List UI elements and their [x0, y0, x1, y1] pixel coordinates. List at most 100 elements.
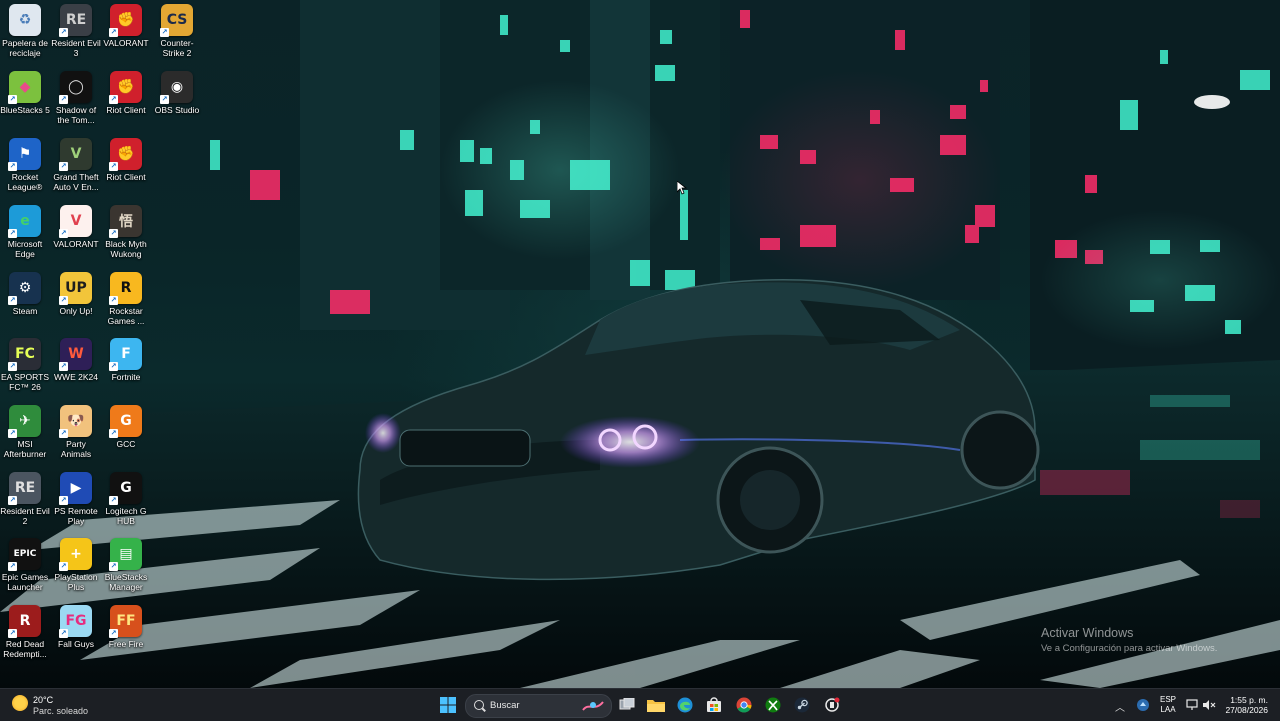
shortcut-arrow-icon: ↗	[109, 362, 118, 371]
desktop-icon-label: Resident Evil 3	[51, 38, 101, 58]
desktop-icon-free-fire[interactable]: FF ↗ Free Fire	[101, 605, 151, 649]
desktop-icon-valorant[interactable]: V ↗ VALORANT	[51, 205, 101, 249]
desktop-icon-bluestacks-manager[interactable]: ▤ ↗ BlueStacks Manager	[101, 538, 151, 592]
bluestacks-icon: ◆ ↗	[8, 71, 41, 104]
desktop-icon-rocket-league[interactable]: ⚑ ↗ Rocket League®	[0, 138, 50, 192]
chevron-up-icon: ︿	[1115, 703, 1125, 714]
resident-evil-2-icon: RE ↗	[8, 472, 41, 505]
cloud-sync-icon	[1137, 699, 1149, 711]
desktop-icon-label: Logitech G HUB	[105, 506, 147, 526]
shortcut-arrow-icon: ↗	[109, 95, 118, 104]
shortcut-arrow-icon: ↗	[59, 629, 68, 638]
desktop-icon-steam[interactable]: ⚙ ↗ Steam	[0, 272, 50, 316]
edge-taskbar-button[interactable]	[675, 695, 695, 715]
chrome-icon	[736, 697, 752, 713]
desktop-icon-resident-evil-3[interactable]: RE ↗ Resident Evil 3	[51, 4, 101, 58]
tomb-raider-icon: ◯ ↗	[59, 71, 92, 104]
desktop-icon-black-myth-wukong[interactable]: 悟 ↗ Black Myth Wukong	[101, 205, 151, 259]
desktop-icon-resident-evil-2[interactable]: RE ↗ Resident Evil 2	[0, 472, 50, 526]
volume-button[interactable]	[1199, 695, 1219, 715]
desktop-icon-fortnite[interactable]: F ↗ Fortnite	[101, 338, 151, 382]
xbox-button[interactable]	[763, 695, 783, 715]
steam-taskbar-button[interactable]	[792, 695, 812, 715]
desktop-icon-ea-sports-fc26[interactable]: FC ↗ EA SPORTS FC™ 26	[0, 338, 50, 392]
ps-remote-play-icon: ▶ ↗	[59, 472, 92, 505]
windows-logo-icon	[440, 697, 456, 713]
file-explorer-button[interactable]	[646, 695, 666, 715]
gta-v-icon: V ↗	[59, 138, 92, 171]
riot-taskbar-button[interactable]	[822, 695, 842, 715]
desktop-icon-label: OBS Studio	[154, 105, 200, 115]
desktop-icon-label: Rocket League®	[7, 172, 43, 192]
language-code: ESP	[1160, 695, 1177, 704]
desktop-icon-label: Black Myth Wukong	[105, 239, 147, 259]
desktop-icon-ps-remote-play[interactable]: ▶ ↗ PS Remote Play	[51, 472, 101, 526]
store-button[interactable]	[704, 695, 724, 715]
desktop-icon-counter-strike-2[interactable]: CS ↗ Counter-Strike 2	[152, 4, 202, 58]
desktop-icon-label: Fortnite	[111, 372, 141, 382]
activate-windows-watermark: Activar Windows Ve a Configuración para …	[1041, 626, 1217, 654]
clock[interactable]: 1:55 p. m. 27/08/2026	[1222, 695, 1268, 715]
desktop-icon-playstation-plus[interactable]: + ↗ PlayStation Plus	[51, 538, 101, 592]
desktop-icon-label: Resident Evil 2	[0, 506, 50, 526]
playstation-plus-icon: + ↗	[59, 538, 92, 571]
shortcut-arrow-icon: ↗	[109, 229, 118, 238]
ea-fc-icon: FC ↗	[8, 338, 41, 371]
desktop-icon-label: Party Animals	[60, 439, 92, 459]
desktop-icon-label: Grand Theft Auto V En...	[53, 172, 99, 192]
desktop-icon-gta-v[interactable]: V ↗ Grand Theft Auto V En...	[51, 138, 101, 192]
desktop-icon-recycle-bin[interactable]: ♻ Papelera de reciclaje	[0, 4, 50, 58]
desktop-icon-only-up[interactable]: UP ↗ Only Up!	[51, 272, 101, 316]
desktop-icon-rockstar-games[interactable]: R ↗ Rockstar Games ...	[101, 272, 151, 326]
desktop-icon-bluestacks-5[interactable]: ◆ ↗ BlueStacks 5	[0, 71, 50, 115]
task-view-button[interactable]	[617, 695, 637, 715]
desktop-icon-logitech-g-hub[interactable]: G ↗ Logitech G HUB	[101, 472, 151, 526]
edge-icon	[677, 697, 693, 713]
desktop-icon-label: PlayStation Plus	[54, 572, 98, 592]
recycle-bin-icon: ♻	[9, 4, 41, 36]
weather-temperature: 20°C	[33, 695, 54, 705]
taskbar-search-box[interactable]: Buscar	[465, 694, 612, 718]
shortcut-arrow-icon: ↗	[8, 562, 17, 571]
counter-strike-icon: CS ↗	[160, 4, 193, 37]
desktop-icon-label: BlueStacks 5	[0, 105, 50, 115]
desktop-icon-riot-client-1[interactable]: ✊ ↗ Riot Client	[101, 71, 151, 115]
shortcut-arrow-icon: ↗	[59, 496, 68, 505]
desktop-icon-party-animals[interactable]: 🐶 ↗ Party Animals	[51, 405, 101, 459]
shortcut-arrow-icon: ↗	[59, 95, 68, 104]
red-dead-icon: R ↗	[8, 605, 41, 638]
shortcut-arrow-icon: ↗	[109, 296, 118, 305]
start-button[interactable]	[438, 695, 458, 715]
desktop-icon-valorant-riot[interactable]: ✊ ↗ VALORANT	[101, 4, 151, 48]
shortcut-arrow-icon: ↗	[109, 629, 118, 638]
language-indicator[interactable]: ESP LAA	[1160, 695, 1176, 715]
desktop-icon-red-dead-redemption[interactable]: R ↗ Red Dead Redempti...	[0, 605, 50, 659]
desktop-icon-obs-studio[interactable]: ◉ ↗ OBS Studio	[152, 71, 202, 115]
desktop-icon-epic-games[interactable]: EPIC ↗ Epic Games Launcher	[0, 538, 50, 592]
riot-icon	[825, 697, 840, 712]
shortcut-arrow-icon: ↗	[59, 362, 68, 371]
show-hidden-icons-button[interactable]: ︿	[1115, 699, 1125, 714]
desktop-icon-msi-afterburner[interactable]: ✈ ↗ MSI Afterburner	[0, 405, 50, 459]
desktop-icon-label: VALORANT	[103, 38, 149, 48]
desktop-icon-wwe-2k24[interactable]: W ↗ WWE 2K24	[51, 338, 101, 382]
shortcut-arrow-icon: ↗	[8, 296, 17, 305]
desktop-icon-shadow-of-the-tomb-raider[interactable]: ◯ ↗ Shadow of the Tom...	[51, 71, 101, 125]
desktop-icon-fall-guys[interactable]: FG ↗ Fall Guys	[51, 605, 101, 649]
rockstar-icon: R ↗	[109, 272, 142, 305]
desktop-icon-gcc[interactable]: G ↗ GCC	[101, 405, 151, 449]
desktop-icon-label: Riot Client	[106, 105, 146, 115]
gcc-icon: G ↗	[109, 405, 142, 438]
desktop-icon-label: PS Remote Play	[54, 506, 98, 526]
tray-app-button[interactable]	[1133, 695, 1153, 715]
search-icon	[474, 700, 484, 710]
desktop-icon-label: Riot Client	[106, 172, 146, 182]
free-fire-icon: FF ↗	[109, 605, 142, 638]
rocket-league-icon: ⚑ ↗	[8, 138, 41, 171]
fall-guys-icon: FG ↗	[59, 605, 92, 638]
desktop-icon-microsoft-edge[interactable]: e ↗ Microsoft Edge	[0, 205, 50, 259]
shortcut-arrow-icon: ↗	[8, 95, 17, 104]
chrome-button[interactable]	[734, 695, 754, 715]
desktop-icon-riot-client-2[interactable]: ✊ ↗ Riot Client	[101, 138, 151, 182]
desktop-icon-label: MSI Afterburner	[3, 439, 47, 459]
